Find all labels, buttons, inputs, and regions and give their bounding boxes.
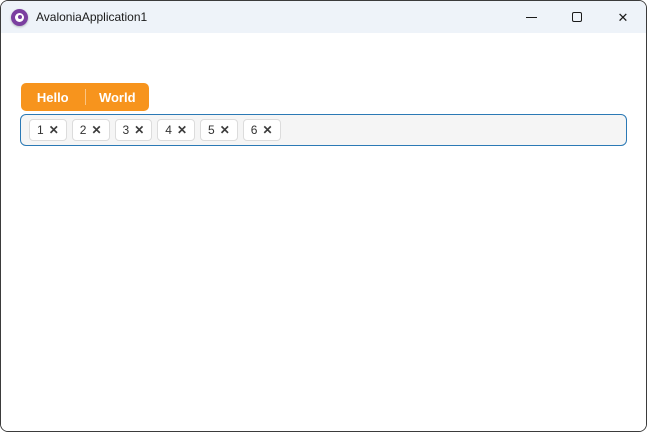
caption-buttons: ✕ — [508, 1, 646, 33]
tab-strip: Hello World — [21, 83, 149, 111]
chip-label: 3 — [122, 123, 130, 137]
chip-close-icon[interactable]: ✕ — [220, 124, 230, 136]
chip-6[interactable]: 6 ✕ — [242, 119, 281, 141]
chip-label: 2 — [79, 123, 87, 137]
chip-1[interactable]: 1 ✕ — [29, 119, 67, 141]
close-button[interactable]: ✕ — [600, 1, 646, 33]
main-content: Hello World 1 ✕ 2 ✕ 3 ✕ 4 ✕ 5 ✕ 6 ✕ — [1, 33, 646, 431]
chips-container[interactable]: 1 ✕ 2 ✕ 3 ✕ 4 ✕ 5 ✕ 6 ✕ — [20, 114, 627, 146]
chip-close-icon[interactable]: ✕ — [49, 124, 59, 136]
minimize-icon — [525, 16, 537, 18]
chip-label: 4 — [165, 123, 172, 137]
chip-close-icon[interactable]: ✕ — [262, 124, 272, 136]
tab-hello[interactable]: Hello — [21, 83, 85, 111]
chip-4[interactable]: 4 ✕ — [157, 119, 195, 141]
maximize-icon — [572, 12, 582, 22]
chip-label: 5 — [208, 123, 215, 137]
close-icon: ✕ — [617, 9, 629, 25]
chip-3[interactable]: 3 ✕ — [114, 119, 153, 141]
title-bar: AvaloniaApplication1 ✕ — [1, 1, 646, 33]
minimize-button[interactable] — [508, 1, 554, 33]
chip-label: 6 — [250, 123, 258, 137]
chip-label: 1 — [37, 123, 44, 137]
chip-2[interactable]: 2 ✕ — [71, 119, 110, 141]
tab-world[interactable]: World — [86, 83, 150, 111]
chip-close-icon[interactable]: ✕ — [134, 124, 144, 136]
avalonia-logo-icon — [11, 8, 28, 26]
chip-close-icon[interactable]: ✕ — [177, 124, 187, 136]
maximize-button[interactable] — [554, 1, 600, 33]
window-title: AvaloniaApplication1 — [36, 10, 148, 24]
app-window: AvaloniaApplication1 ✕ Hello World 1 ✕ 2… — [0, 0, 647, 432]
chip-5[interactable]: 5 ✕ — [200, 119, 238, 141]
chip-close-icon[interactable]: ✕ — [91, 124, 101, 136]
